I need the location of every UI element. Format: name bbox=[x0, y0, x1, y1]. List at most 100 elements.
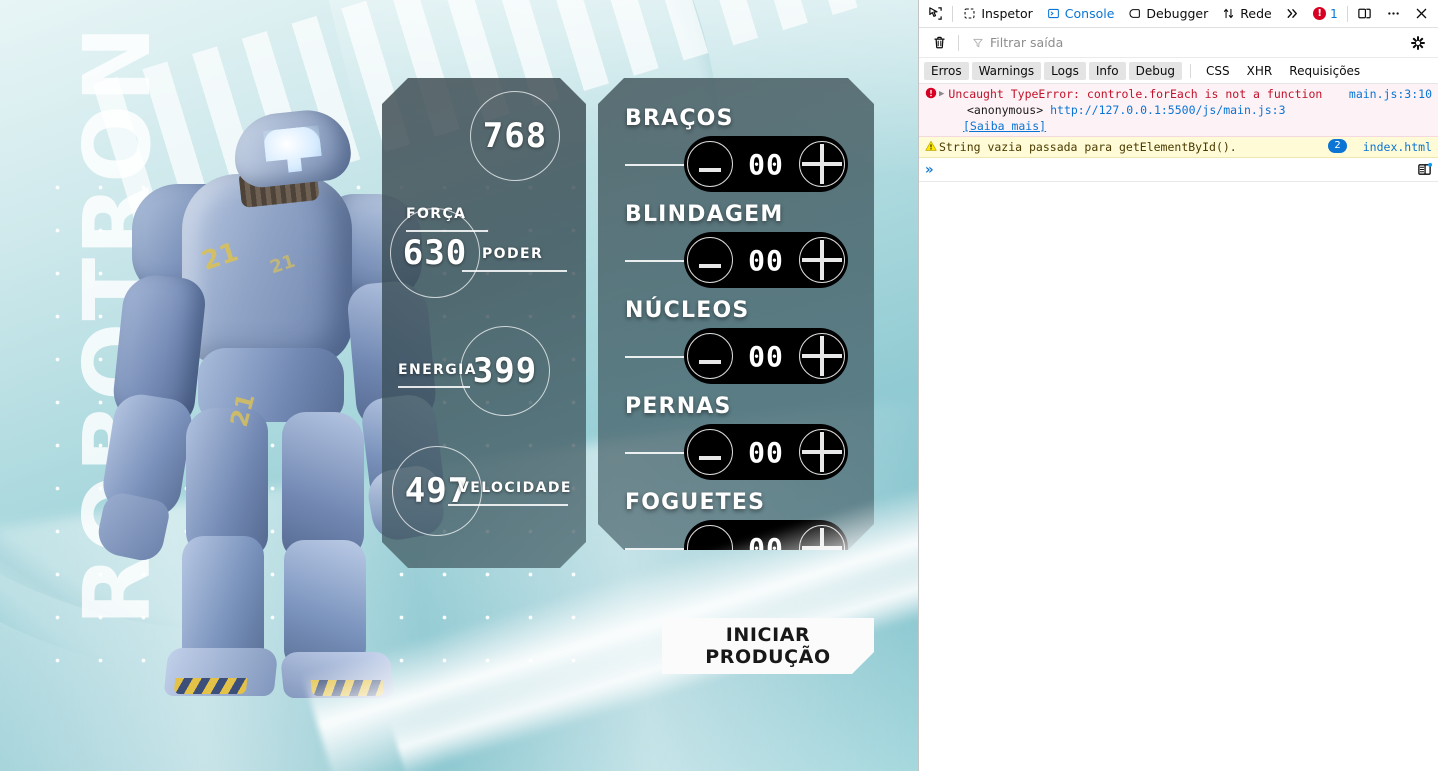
increment-button-pernas[interactable] bbox=[799, 429, 845, 475]
element-picker-icon[interactable] bbox=[921, 1, 949, 27]
control-item-pernas: PERNAS 00 bbox=[598, 394, 874, 490]
console-icon bbox=[1047, 7, 1060, 20]
message-source-link[interactable]: main.js:3:10 bbox=[1341, 86, 1432, 134]
message-text: String vazia passada para getElementById… bbox=[939, 140, 1237, 154]
tab-label: Inspetor bbox=[981, 6, 1033, 21]
filter-chip-css[interactable]: CSS bbox=[1199, 62, 1237, 80]
tab-rede[interactable]: Rede bbox=[1215, 1, 1278, 27]
stepper-value: 00 bbox=[748, 435, 784, 469]
console-filter-chips: Erros Warnings Logs Info Debug CSS XHR R… bbox=[919, 58, 1438, 84]
start-production-label: INICIAR PRODUÇÃO bbox=[705, 624, 831, 668]
decrement-button-bracos[interactable] bbox=[687, 141, 733, 187]
gear-icon[interactable] bbox=[1402, 30, 1434, 56]
screen-root: ROBOTRON 2000 21 21 21 768 FORÇA 630 POD… bbox=[0, 0, 1438, 771]
toolbar-divider bbox=[952, 5, 954, 22]
tab-console[interactable]: Console bbox=[1040, 1, 1122, 27]
filter-chip-warnings[interactable]: Warnings bbox=[971, 61, 1042, 80]
stat-underline bbox=[462, 270, 567, 272]
stat-value: 768 bbox=[482, 116, 548, 156]
expand-arrow-icon[interactable]: ▶ bbox=[939, 86, 944, 102]
stepper-value: 00 bbox=[748, 147, 784, 181]
stat-label: VELOCIDADE bbox=[458, 480, 572, 496]
console-filter-bar bbox=[919, 28, 1438, 58]
tab-label: Rede bbox=[1240, 6, 1272, 21]
filter-chip-erros[interactable]: Erros bbox=[924, 61, 969, 80]
stepper-value: 00 bbox=[748, 339, 784, 373]
message-body: String vazia passada para getElementById… bbox=[939, 139, 1328, 155]
network-icon bbox=[1222, 7, 1235, 20]
stat-label: PODER bbox=[482, 246, 544, 262]
close-icon[interactable] bbox=[1408, 1, 1436, 27]
error-count-indicator[interactable]: ! 1 bbox=[1307, 7, 1344, 21]
filterbar-divider bbox=[958, 34, 959, 51]
multiline-editor-icon[interactable] bbox=[1417, 162, 1432, 177]
error-circle-icon: ! bbox=[1313, 7, 1327, 20]
message-body: ▶ Uncaught TypeError: controle.forEach i… bbox=[939, 86, 1341, 134]
increment-button-blindagem[interactable] bbox=[799, 237, 845, 283]
control-label: PERNAS bbox=[625, 394, 732, 419]
message-source-link[interactable]: index.html bbox=[1355, 139, 1432, 155]
stack-url-link[interactable]: http://127.0.0.1:5500/js/main.js:3 bbox=[1050, 103, 1285, 117]
console-output: ▶ Uncaught TypeError: controle.forEach i… bbox=[919, 84, 1438, 771]
stat-circle: 768 bbox=[470, 91, 560, 181]
stepper-bracos: 00 bbox=[684, 136, 848, 192]
increment-button-nucleos[interactable] bbox=[799, 333, 845, 379]
chevron-double-right-icon[interactable] bbox=[1279, 1, 1307, 27]
filter-chip-xhr[interactable]: XHR bbox=[1240, 62, 1280, 80]
devtools-toolbar: Inspetor Console Debugger Rede ! 1 bbox=[919, 0, 1438, 28]
console-message-error[interactable]: ▶ Uncaught TypeError: controle.forEach i… bbox=[919, 84, 1438, 137]
control-item-nucleos: NÚCLEOS 00 bbox=[598, 298, 874, 394]
tab-debugger[interactable]: Debugger bbox=[1121, 1, 1215, 27]
robot-hand-left bbox=[94, 489, 172, 565]
control-label: FOGUETES bbox=[625, 490, 766, 515]
decrement-button-pernas[interactable] bbox=[687, 429, 733, 475]
filter-chip-logs[interactable]: Logs bbox=[1044, 61, 1086, 80]
message-stack-frame: <anonymous> http://127.0.0.1:5500/js/mai… bbox=[939, 102, 1341, 118]
tab-label: Debugger bbox=[1146, 6, 1209, 21]
tab-inspetor[interactable]: Inspetor bbox=[956, 1, 1039, 27]
filter-input[interactable] bbox=[990, 35, 1392, 50]
stat-label: ENERGIA bbox=[398, 362, 477, 378]
funnel-icon bbox=[972, 37, 984, 49]
message-headline: ▶ Uncaught TypeError: controle.forEach i… bbox=[939, 86, 1341, 102]
message-repeat-badge: 2 bbox=[1328, 139, 1347, 153]
filter-chip-debug[interactable]: Debug bbox=[1128, 61, 1183, 80]
stack-function-name: <anonymous> bbox=[967, 103, 1044, 117]
stat-circle: 630 bbox=[390, 208, 480, 298]
control-item-bracos: BRAÇOS 00 bbox=[598, 106, 874, 202]
decrement-button-nucleos[interactable] bbox=[687, 333, 733, 379]
filter-chip-info[interactable]: Info bbox=[1088, 61, 1126, 80]
error-circle-icon bbox=[923, 86, 939, 134]
page-viewport: ROBOTRON 2000 21 21 21 768 FORÇA 630 POD… bbox=[0, 0, 918, 771]
control-label: NÚCLEOS bbox=[625, 298, 750, 323]
stepper-pernas: 00 bbox=[684, 424, 848, 480]
control-label: BRAÇOS bbox=[625, 106, 734, 131]
start-production-button[interactable]: INICIAR PRODUÇÃO bbox=[662, 618, 874, 674]
split-panel-icon[interactable] bbox=[1351, 1, 1379, 27]
stepper-blindagem: 00 bbox=[684, 232, 848, 288]
control-label: BLINDAGEM bbox=[625, 202, 784, 227]
stats-panel: 768 FORÇA 630 PODER 399 ENERGIA 497 VELO… bbox=[382, 78, 586, 568]
decrement-button-blindagem[interactable] bbox=[687, 237, 733, 283]
more-options-icon[interactable] bbox=[1379, 1, 1407, 27]
parts-controls-panel: BRAÇOS 00 BLINDAGEM 00 NÚCLEOS 00 PERNAS… bbox=[598, 78, 874, 550]
increment-button-bracos[interactable] bbox=[799, 141, 845, 187]
trash-icon[interactable] bbox=[923, 30, 955, 56]
robot-shin-right bbox=[284, 540, 366, 666]
stat-underline bbox=[448, 504, 568, 506]
filter-chip-requisicoes[interactable]: Requisições bbox=[1282, 62, 1367, 80]
filter-input-wrap[interactable] bbox=[966, 32, 1398, 54]
stat-value: 399 bbox=[472, 351, 538, 391]
chevron-double-right-icon: » bbox=[925, 161, 934, 178]
devtools-panel: Inspetor Console Debugger Rede ! 1 Filtr… bbox=[918, 0, 1438, 771]
stepper-nucleos: 00 bbox=[684, 328, 848, 384]
stepper-value: 00 bbox=[748, 243, 784, 277]
tab-label: Console bbox=[1064, 6, 1115, 21]
console-input-row[interactable]: » bbox=[919, 158, 1438, 182]
learn-more-link[interactable]: [Saiba mais] bbox=[963, 119, 1046, 133]
console-message-warning[interactable]: String vazia passada para getElementById… bbox=[919, 137, 1438, 158]
hazard-stripe bbox=[173, 678, 248, 694]
robot-foot-left bbox=[163, 648, 279, 696]
debugger-icon bbox=[1128, 7, 1141, 20]
learn-more-row: [Saiba mais] bbox=[939, 118, 1341, 134]
